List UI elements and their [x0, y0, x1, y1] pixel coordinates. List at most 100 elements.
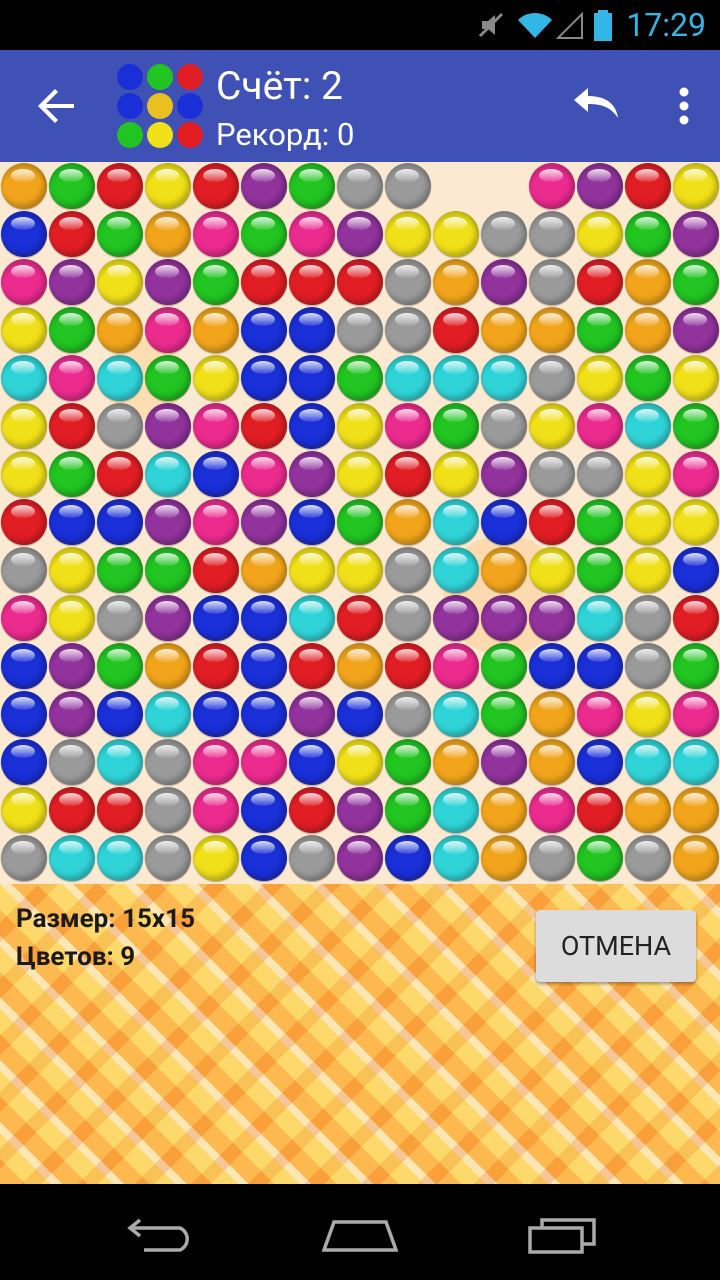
- ball[interactable]: [193, 739, 239, 785]
- ball[interactable]: [673, 211, 719, 257]
- ball[interactable]: [97, 499, 143, 545]
- ball[interactable]: [337, 595, 383, 641]
- ball[interactable]: [577, 451, 623, 497]
- ball[interactable]: [577, 259, 623, 305]
- ball[interactable]: [289, 691, 335, 737]
- ball[interactable]: [193, 595, 239, 641]
- ball[interactable]: [241, 307, 287, 353]
- ball[interactable]: [481, 835, 527, 881]
- ball[interactable]: [337, 499, 383, 545]
- ball[interactable]: [97, 211, 143, 257]
- ball[interactable]: [625, 835, 671, 881]
- ball[interactable]: [433, 547, 479, 593]
- ball[interactable]: [49, 595, 95, 641]
- ball[interactable]: [97, 691, 143, 737]
- ball[interactable]: [577, 595, 623, 641]
- ball[interactable]: [577, 691, 623, 737]
- ball[interactable]: [193, 787, 239, 833]
- ball[interactable]: [49, 163, 95, 209]
- ball[interactable]: [337, 211, 383, 257]
- ball[interactable]: [193, 835, 239, 881]
- ball[interactable]: [433, 595, 479, 641]
- ball[interactable]: [577, 739, 623, 785]
- ball[interactable]: [193, 451, 239, 497]
- ball[interactable]: [529, 835, 575, 881]
- ball[interactable]: [49, 499, 95, 545]
- ball[interactable]: [337, 547, 383, 593]
- ball[interactable]: [289, 595, 335, 641]
- ball[interactable]: [337, 355, 383, 401]
- ball[interactable]: [97, 835, 143, 881]
- ball[interactable]: [241, 691, 287, 737]
- ball[interactable]: [337, 787, 383, 833]
- ball[interactable]: [577, 499, 623, 545]
- ball[interactable]: [577, 355, 623, 401]
- ball[interactable]: [1, 547, 47, 593]
- ball[interactable]: [385, 163, 431, 209]
- ball[interactable]: [337, 691, 383, 737]
- ball[interactable]: [433, 643, 479, 689]
- ball[interactable]: [529, 595, 575, 641]
- ball[interactable]: [337, 643, 383, 689]
- ball[interactable]: [193, 499, 239, 545]
- ball[interactable]: [433, 499, 479, 545]
- ball[interactable]: [529, 259, 575, 305]
- ball[interactable]: [673, 547, 719, 593]
- ball[interactable]: [529, 451, 575, 497]
- game-board[interactable]: [0, 162, 720, 884]
- ball[interactable]: [673, 355, 719, 401]
- ball[interactable]: [1, 691, 47, 737]
- nav-home-icon[interactable]: [322, 1214, 398, 1254]
- ball[interactable]: [1, 595, 47, 641]
- ball[interactable]: [241, 403, 287, 449]
- ball[interactable]: [481, 499, 527, 545]
- ball[interactable]: [481, 451, 527, 497]
- ball[interactable]: [145, 403, 191, 449]
- ball[interactable]: [433, 403, 479, 449]
- ball[interactable]: [289, 403, 335, 449]
- ball[interactable]: [49, 355, 95, 401]
- ball[interactable]: [289, 739, 335, 785]
- ball[interactable]: [241, 547, 287, 593]
- ball[interactable]: [529, 643, 575, 689]
- ball[interactable]: [145, 691, 191, 737]
- ball[interactable]: [49, 259, 95, 305]
- ball[interactable]: [97, 403, 143, 449]
- ball[interactable]: [97, 451, 143, 497]
- ball[interactable]: [625, 547, 671, 593]
- ball[interactable]: [577, 787, 623, 833]
- ball[interactable]: [241, 787, 287, 833]
- ball[interactable]: [481, 739, 527, 785]
- ball[interactable]: [385, 259, 431, 305]
- ball[interactable]: [529, 739, 575, 785]
- ball[interactable]: [481, 787, 527, 833]
- undo-icon[interactable]: [572, 86, 628, 126]
- ball[interactable]: [145, 451, 191, 497]
- ball[interactable]: [241, 739, 287, 785]
- ball[interactable]: [673, 835, 719, 881]
- ball[interactable]: [385, 595, 431, 641]
- ball[interactable]: [1, 451, 47, 497]
- ball[interactable]: [481, 211, 527, 257]
- ball[interactable]: [337, 739, 383, 785]
- ball[interactable]: [673, 163, 719, 209]
- ball[interactable]: [481, 691, 527, 737]
- ball[interactable]: [289, 643, 335, 689]
- ball[interactable]: [385, 499, 431, 545]
- ball[interactable]: [337, 307, 383, 353]
- ball[interactable]: [145, 211, 191, 257]
- ball[interactable]: [145, 739, 191, 785]
- ball[interactable]: [145, 547, 191, 593]
- ball[interactable]: [1, 835, 47, 881]
- ball[interactable]: [385, 835, 431, 881]
- ball[interactable]: [49, 739, 95, 785]
- ball[interactable]: [625, 643, 671, 689]
- ball[interactable]: [193, 403, 239, 449]
- ball[interactable]: [145, 835, 191, 881]
- ball[interactable]: [97, 739, 143, 785]
- ball[interactable]: [1, 499, 47, 545]
- ball[interactable]: [97, 643, 143, 689]
- ball[interactable]: [97, 355, 143, 401]
- ball[interactable]: [577, 163, 623, 209]
- ball[interactable]: [289, 259, 335, 305]
